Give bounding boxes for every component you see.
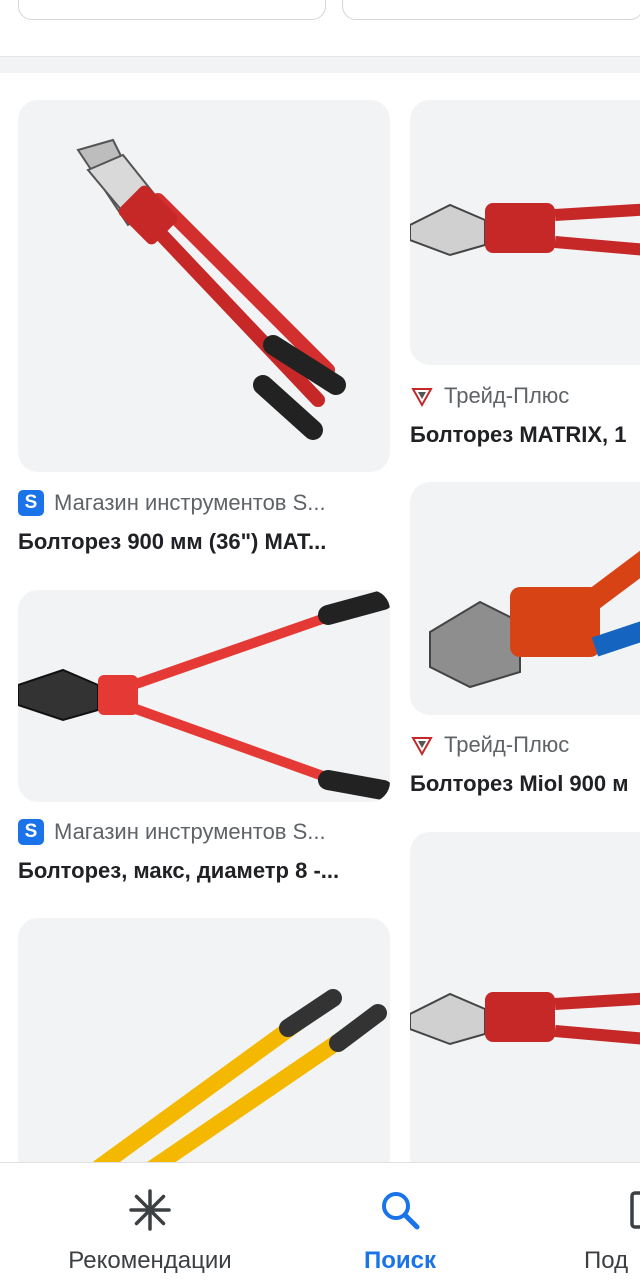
bolt-cutter-red-horizontal — [410, 203, 640, 257]
bolt-cutter-red-closeup — [429, 550, 640, 689]
result-image-6[interactable] — [410, 832, 640, 1178]
bottom-navigation: Рекомендации Поиск Под — [0, 1162, 640, 1281]
trade-plus-icon — [411, 737, 433, 757]
result-source-3[interactable]: S Магазин инструментов S... — [18, 819, 390, 845]
result-title-2[interactable]: Болторез MATRIX, 1 — [410, 422, 640, 448]
nav-label-subscriptions: Под — [584, 1247, 629, 1274]
nav-label-recommendations: Рекомендации — [68, 1247, 232, 1274]
nav-subscriptions[interactable]: Под — [584, 1163, 640, 1281]
result-image-5[interactable] — [18, 918, 390, 1178]
store-s-icon: S — [18, 490, 44, 516]
subscriptions-icon — [630, 1191, 640, 1229]
result-image-2[interactable] — [410, 100, 640, 365]
result-image-3[interactable] — [18, 590, 390, 802]
bolt-cutter-yellow — [93, 989, 387, 1178]
nav-search[interactable]: Поиск — [340, 1163, 460, 1281]
bolt-cutter-red-horizontal — [410, 992, 640, 1046]
result-image-1[interactable] — [18, 100, 390, 472]
bolt-cutter-red-diagonal — [76, 138, 346, 440]
top-filter-chip-left[interactable] — [18, 0, 326, 20]
result-source-1[interactable]: S Магазин инструментов S... — [18, 490, 390, 516]
result-image-4[interactable] — [410, 482, 640, 715]
nav-recommendations[interactable]: Рекомендации — [45, 1163, 255, 1281]
trade-plus-icon — [411, 388, 433, 408]
bolt-cutter-red-open — [18, 590, 390, 800]
asterisk-icon — [129, 1189, 171, 1231]
result-title-3[interactable]: Болторез, макс, диаметр 8 -... — [18, 858, 390, 884]
store-s-icon: S — [18, 819, 44, 845]
result-source-2[interactable]: Трейд-Плюс — [410, 383, 640, 409]
top-filter-chip-right[interactable] — [342, 0, 640, 20]
search-icon — [382, 1192, 420, 1230]
result-source-4[interactable]: Трейд-Плюс — [410, 732, 640, 758]
result-title-4[interactable]: Болторез Miol 900 м — [410, 771, 640, 797]
nav-label-search: Поиск — [363, 1247, 437, 1274]
result-title-1[interactable]: Болторез 900 мм (36") MAT... — [18, 529, 390, 555]
section-divider — [0, 56, 640, 73]
